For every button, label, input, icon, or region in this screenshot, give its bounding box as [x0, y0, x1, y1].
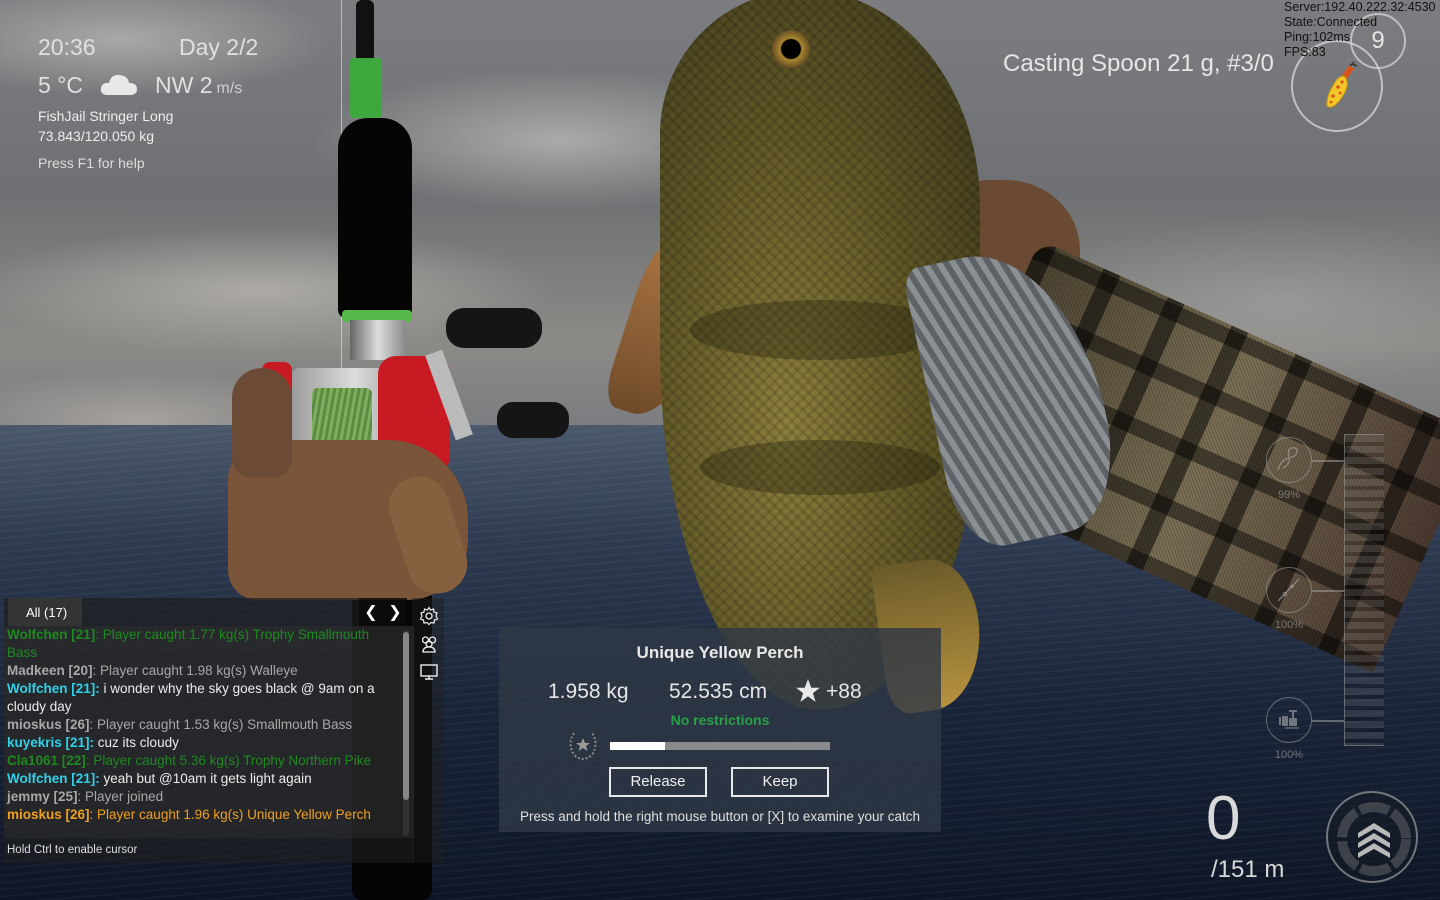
chat-message: Wolfchen [21]: Player caught 1.77 kg(s) … [7, 626, 396, 662]
line-distance-current: 0 [1206, 784, 1241, 853]
chat-message-text: : Player caught 1.53 kg(s) Smallmouth Ba… [89, 717, 353, 732]
rod-ferrule [350, 320, 406, 360]
line-icon [1277, 447, 1298, 471]
chat-message: kuyekris [21]: cuz its cloudy [7, 734, 396, 752]
rod-gauge-percent: 100% [1274, 619, 1304, 631]
chat-message: Madkeen [20]: Player caught 1.98 kg(s) W… [7, 662, 396, 680]
chat-message-author[interactable]: Wolfchen [21]: [7, 771, 100, 786]
chat-message: Wolfchen [21]: yeah but @10am it gets li… [7, 770, 396, 788]
reel-gauge [1266, 697, 1312, 743]
gauge-connector [1312, 720, 1344, 722]
trophy-progress-bar [610, 742, 830, 750]
reel-icon [1279, 710, 1299, 729]
chat-message-author[interactable]: mioskus [26] [7, 717, 90, 732]
fish-band [700, 440, 940, 495]
connection-state: State:Connected [1284, 15, 1378, 29]
laurel-star-icon [569, 732, 597, 761]
chat-message-text: : Player caught 1.96 kg(s) Unique Yellow… [89, 807, 371, 822]
wind-unit: m/s [216, 80, 243, 97]
fish-weight: 1.958 kg [548, 680, 629, 703]
chat-message: Wolfchen [21]: i wonder why the sky goes… [7, 680, 396, 716]
rod-icon [1277, 578, 1300, 602]
game-day: Day 2/2 [179, 34, 259, 60]
star-icon [796, 679, 820, 702]
chat-message: Cla1061 [22]: Player caught 5.36 kg(s) T… [7, 752, 396, 770]
chat-tab-all[interactable]: All (17) [8, 598, 82, 626]
chat-panel: All (17) ❮ ❯ Wolfchen [21]: Player caugh… [4, 598, 444, 863]
gauge-connector [1312, 460, 1344, 462]
chat-message-author[interactable]: Wolfchen [21]: [7, 681, 100, 696]
chat-header: All (17) ❮ ❯ [4, 598, 407, 626]
restriction-status: No restrictions [670, 712, 770, 728]
chat-message-author[interactable]: mioskus [26] [7, 807, 90, 822]
catch-panel: Unique Yellow Perch 1.958 kg 52.535 cm +… [499, 628, 941, 832]
chat-message-text: : Player joined [77, 789, 164, 804]
fish-score: +88 [826, 680, 862, 703]
game-time: 20:36 [38, 34, 96, 60]
gauge-connector [1312, 590, 1344, 592]
reel-speed-button[interactable] [1326, 791, 1418, 883]
chat-tab-nav: ❮ ❯ [359, 598, 407, 626]
line-gauge-percent: 99% [1277, 489, 1301, 501]
chevron-left-icon[interactable]: ❮ [364, 602, 377, 622]
reel-knob [497, 402, 569, 438]
trophy-progress-fill [610, 742, 665, 750]
reel-gauge-percent: 100% [1274, 749, 1304, 761]
lure-title: Casting Spoon 21 g, #3/0 [1003, 50, 1274, 77]
fish-name: Unique Yellow Perch [636, 643, 804, 662]
wind: NW 2 m/s [155, 72, 242, 99]
chat-scrollbar-thumb[interactable] [403, 632, 409, 800]
chat-message-text: : Player caught 5.36 kg(s) Trophy Northe… [85, 753, 371, 768]
ping: Ping:102ms [1284, 30, 1351, 44]
server-address: Server:192.40.222.32:4530 [1284, 0, 1436, 14]
player-thumb [232, 368, 292, 478]
cloud-icon [100, 74, 137, 95]
rod-winding [350, 58, 382, 118]
chevrons-up-icon [1337, 802, 1411, 876]
help-hint: Press F1 for help [38, 155, 145, 171]
stringer-name: FishJail Stringer Long [38, 108, 174, 124]
chat-messages: Wolfchen [21]: Player caught 1.77 kg(s) … [4, 626, 414, 838]
wind-speed: NW 2 [155, 72, 213, 98]
line-gauge [1266, 437, 1312, 483]
fish-eye [772, 30, 810, 68]
monitor-icon[interactable] [419, 662, 439, 682]
chat-message-author[interactable]: Cla1061 [22] [7, 753, 86, 768]
rod-grip [338, 118, 412, 318]
chat-message: mioskus [26]: Player caught 1.53 kg(s) S… [7, 716, 396, 734]
chat-message-author[interactable]: jemmy [25] [7, 789, 78, 804]
spoon-lure-icon [1326, 61, 1358, 108]
chat-side-toolbar [412, 598, 444, 863]
users-icon[interactable] [419, 634, 439, 654]
release-button[interactable]: Release [609, 767, 707, 797]
fish-length: 52.535 cm [669, 680, 768, 703]
line-distance-total: /151 m [1211, 856, 1285, 883]
chat-message: jemmy [25]: Player joined [7, 788, 396, 806]
reel-knob [446, 308, 542, 348]
chat-message-author[interactable]: Wolfchen [21] [7, 627, 95, 642]
gear-icon[interactable] [419, 606, 439, 626]
chat-footer-hint: Hold Ctrl to enable cursor [4, 838, 414, 863]
chat-message-author[interactable]: Madkeen [20] [7, 663, 93, 678]
chat-message-author[interactable]: kuyekris [21]: [7, 735, 94, 750]
temperature: 5 °C [38, 72, 83, 98]
rod-gauge [1266, 567, 1312, 613]
chat-message-text: yeah but @10am it gets light again [99, 771, 312, 786]
chat-message-text: : Player caught 1.98 kg(s) Walleye [92, 663, 298, 678]
fps: FPS:83 [1284, 45, 1326, 59]
chat-message: mioskus [26]: Player caught 1.96 kg(s) U… [7, 806, 396, 824]
stringer-weight: 73.843/120.050 kg [38, 128, 154, 144]
chat-message-text: cuz its cloudy [94, 735, 179, 750]
examine-hint: Press and hold the right mouse button or… [520, 809, 920, 824]
chevron-right-icon[interactable]: ❯ [388, 602, 401, 622]
keep-button[interactable]: Keep [731, 767, 829, 797]
network-info: Server:192.40.222.32:4530 State:Connecte… [1284, 0, 1436, 60]
line-tension-bar [1344, 434, 1384, 746]
